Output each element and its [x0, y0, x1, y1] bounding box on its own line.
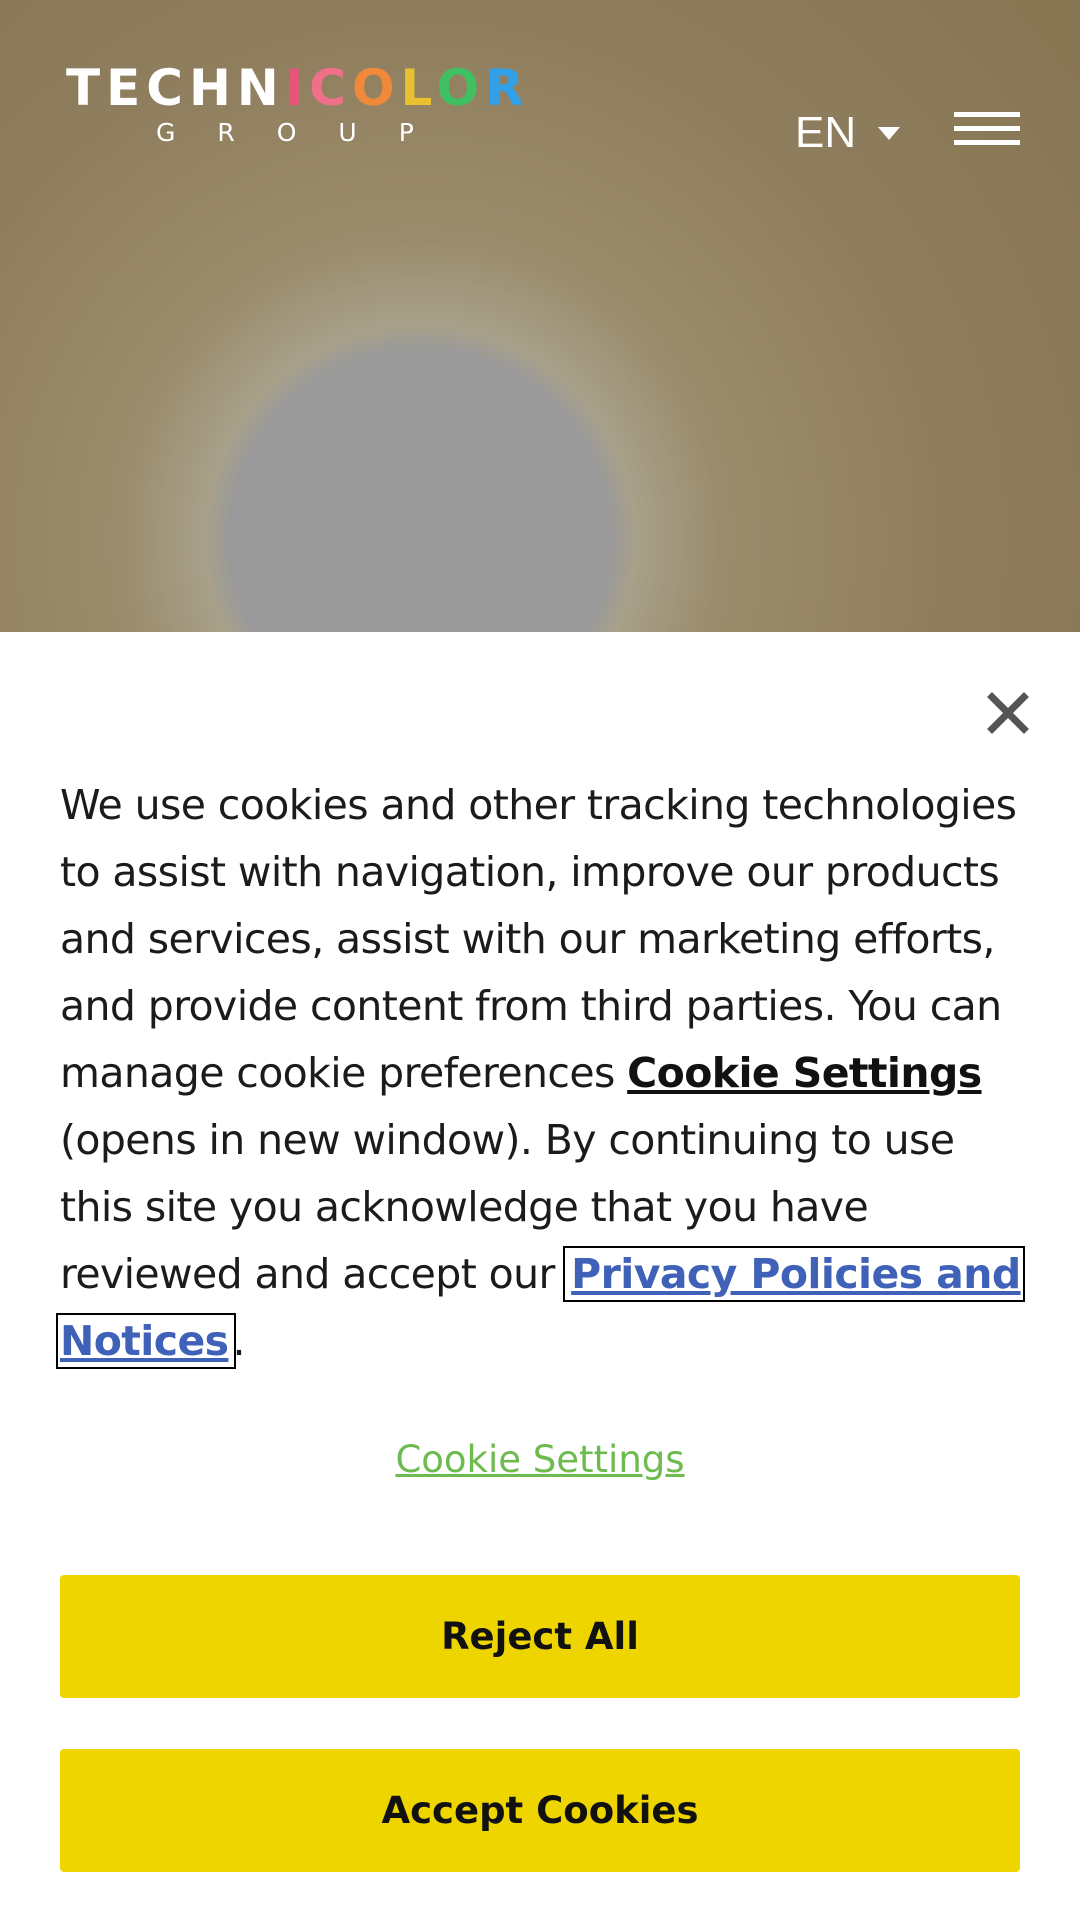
- close-icon[interactable]: [985, 690, 1031, 736]
- language-label: EN: [795, 108, 857, 157]
- logo-wordmark: TECHNICOLOR: [66, 59, 530, 117]
- reject-all-button[interactable]: Reject All: [60, 1575, 1020, 1698]
- hamburger-menu-icon[interactable]: [954, 112, 1020, 152]
- cookie-message: We use cookies and other tracking techno…: [56, 772, 1025, 1375]
- hero-background: TECHNICOLOR GROUP EN: [0, 0, 1080, 632]
- technicolor-logo[interactable]: TECHNICOLOR GROUP: [66, 58, 524, 168]
- accept-cookies-button[interactable]: Accept Cookies: [60, 1749, 1020, 1872]
- cookie-settings-link[interactable]: Cookie Settings: [0, 1438, 1080, 1481]
- language-selector[interactable]: EN: [795, 108, 901, 158]
- message-text-3: .: [232, 1317, 245, 1365]
- cookie-settings-inline-link[interactable]: Cookie Settings: [627, 1049, 982, 1097]
- caret-down-icon: [878, 126, 901, 140]
- logo-subtitle: GROUP: [156, 118, 456, 147]
